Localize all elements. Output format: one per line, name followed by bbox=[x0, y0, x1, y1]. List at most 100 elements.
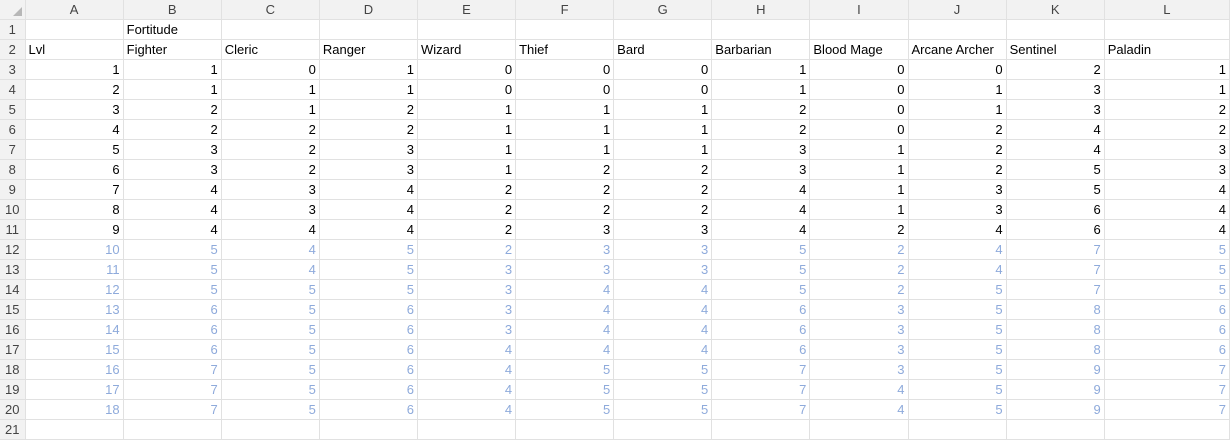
cell-L13[interactable]: 5 bbox=[1104, 259, 1230, 280]
header-cell-fighter[interactable]: Fighter bbox=[123, 39, 222, 60]
cell-F21[interactable] bbox=[515, 419, 615, 440]
cell-L3[interactable]: 1 bbox=[1104, 59, 1230, 80]
header-cell-lvl[interactable]: Lvl bbox=[25, 39, 124, 60]
cell-D14[interactable]: 5 bbox=[319, 279, 418, 300]
cell-J19[interactable]: 5 bbox=[908, 379, 1007, 400]
row-header-16[interactable]: 16 bbox=[0, 319, 26, 340]
cell-I10[interactable]: 1 bbox=[809, 199, 909, 220]
cell-J5[interactable]: 1 bbox=[908, 99, 1007, 120]
cell-E18[interactable]: 4 bbox=[417, 359, 517, 380]
cell-C11[interactable]: 4 bbox=[221, 219, 320, 240]
cell-K12[interactable]: 7 bbox=[1006, 239, 1105, 260]
cell-L17[interactable]: 6 bbox=[1104, 339, 1230, 360]
cell-A1[interactable] bbox=[25, 19, 124, 40]
row-header-15[interactable]: 15 bbox=[0, 299, 26, 320]
cell-G16[interactable]: 4 bbox=[613, 319, 713, 340]
header-cell-cleric[interactable]: Cleric bbox=[221, 39, 320, 60]
cell-C7[interactable]: 2 bbox=[221, 139, 320, 160]
cell-G3[interactable]: 0 bbox=[613, 59, 713, 80]
cell-I6[interactable]: 0 bbox=[809, 119, 909, 140]
row-header-21[interactable]: 21 bbox=[0, 419, 26, 440]
cell-E6[interactable]: 1 bbox=[417, 119, 517, 140]
header-cell-thief[interactable]: Thief bbox=[515, 39, 615, 60]
cell-L14[interactable]: 5 bbox=[1104, 279, 1230, 300]
header-cell-arcane-archer[interactable]: Arcane Archer bbox=[908, 39, 1007, 60]
cell-D3[interactable]: 1 bbox=[319, 59, 418, 80]
cell-D21[interactable] bbox=[319, 419, 418, 440]
cell-J18[interactable]: 5 bbox=[908, 359, 1007, 380]
cell-B4[interactable]: 1 bbox=[123, 79, 222, 100]
cell-K15[interactable]: 8 bbox=[1006, 299, 1105, 320]
row-header-10[interactable]: 10 bbox=[0, 199, 26, 220]
cell-H8[interactable]: 3 bbox=[711, 159, 811, 180]
cell-F7[interactable]: 1 bbox=[515, 139, 615, 160]
cell-A7[interactable]: 5 bbox=[25, 139, 124, 160]
cell-E7[interactable]: 1 bbox=[417, 139, 517, 160]
column-header-D[interactable]: D bbox=[319, 0, 418, 20]
cell-I3[interactable]: 0 bbox=[809, 59, 909, 80]
cell-E14[interactable]: 3 bbox=[417, 279, 517, 300]
cell-I17[interactable]: 3 bbox=[809, 339, 909, 360]
cell-J12[interactable]: 4 bbox=[908, 239, 1007, 260]
cell-G17[interactable]: 4 bbox=[613, 339, 713, 360]
cell-B17[interactable]: 6 bbox=[123, 339, 222, 360]
cell-I21[interactable] bbox=[809, 419, 909, 440]
cell-C12[interactable]: 4 bbox=[221, 239, 320, 260]
cell-C6[interactable]: 2 bbox=[221, 119, 320, 140]
cell-B9[interactable]: 4 bbox=[123, 179, 222, 200]
cell-G14[interactable]: 4 bbox=[613, 279, 713, 300]
cell-E8[interactable]: 1 bbox=[417, 159, 517, 180]
cell-E4[interactable]: 0 bbox=[417, 79, 517, 100]
cell-F13[interactable]: 3 bbox=[515, 259, 615, 280]
cell-D19[interactable]: 6 bbox=[319, 379, 418, 400]
cell-K21[interactable] bbox=[1006, 419, 1105, 440]
cell-D1[interactable] bbox=[319, 19, 418, 40]
cell-A9[interactable]: 7 bbox=[25, 179, 124, 200]
cell-D12[interactable]: 5 bbox=[319, 239, 418, 260]
cell-L18[interactable]: 7 bbox=[1104, 359, 1230, 380]
cell-I1[interactable] bbox=[809, 19, 909, 40]
cell-F14[interactable]: 4 bbox=[515, 279, 615, 300]
cell-A6[interactable]: 4 bbox=[25, 119, 124, 140]
cell-I9[interactable]: 1 bbox=[809, 179, 909, 200]
cell-J3[interactable]: 0 bbox=[908, 59, 1007, 80]
cell-B3[interactable]: 1 bbox=[123, 59, 222, 80]
cell-D16[interactable]: 6 bbox=[319, 319, 418, 340]
row-header-9[interactable]: 9 bbox=[0, 179, 26, 200]
cell-C16[interactable]: 5 bbox=[221, 319, 320, 340]
cell-G12[interactable]: 3 bbox=[613, 239, 713, 260]
cell-E3[interactable]: 0 bbox=[417, 59, 517, 80]
cell-H9[interactable]: 4 bbox=[711, 179, 811, 200]
cell-H21[interactable] bbox=[711, 419, 811, 440]
cell-B12[interactable]: 5 bbox=[123, 239, 222, 260]
cell-E10[interactable]: 2 bbox=[417, 199, 517, 220]
cell-K18[interactable]: 9 bbox=[1006, 359, 1105, 380]
cell-F19[interactable]: 5 bbox=[515, 379, 615, 400]
cell-C21[interactable] bbox=[221, 419, 320, 440]
cell-F4[interactable]: 0 bbox=[515, 79, 615, 100]
cell-K14[interactable]: 7 bbox=[1006, 279, 1105, 300]
cell-F1[interactable] bbox=[515, 19, 615, 40]
cell-L21[interactable] bbox=[1104, 419, 1230, 440]
cell-G6[interactable]: 1 bbox=[613, 119, 713, 140]
column-header-E[interactable]: E bbox=[417, 0, 517, 20]
cell-G10[interactable]: 2 bbox=[613, 199, 713, 220]
cell-C3[interactable]: 0 bbox=[221, 59, 320, 80]
cell-A18[interactable]: 16 bbox=[25, 359, 124, 380]
cell-B13[interactable]: 5 bbox=[123, 259, 222, 280]
cell-J8[interactable]: 2 bbox=[908, 159, 1007, 180]
column-header-C[interactable]: C bbox=[221, 0, 320, 20]
cell-H18[interactable]: 7 bbox=[711, 359, 811, 380]
cell-J4[interactable]: 1 bbox=[908, 79, 1007, 100]
cell-G13[interactable]: 3 bbox=[613, 259, 713, 280]
cell-F12[interactable]: 3 bbox=[515, 239, 615, 260]
cell-I19[interactable]: 4 bbox=[809, 379, 909, 400]
header-cell-wizard[interactable]: Wizard bbox=[417, 39, 517, 60]
cell-F20[interactable]: 5 bbox=[515, 399, 615, 420]
cell-C19[interactable]: 5 bbox=[221, 379, 320, 400]
cell-A14[interactable]: 12 bbox=[25, 279, 124, 300]
cell-A10[interactable]: 8 bbox=[25, 199, 124, 220]
cell-I14[interactable]: 2 bbox=[809, 279, 909, 300]
cell-J10[interactable]: 3 bbox=[908, 199, 1007, 220]
row-header-20[interactable]: 20 bbox=[0, 399, 26, 420]
